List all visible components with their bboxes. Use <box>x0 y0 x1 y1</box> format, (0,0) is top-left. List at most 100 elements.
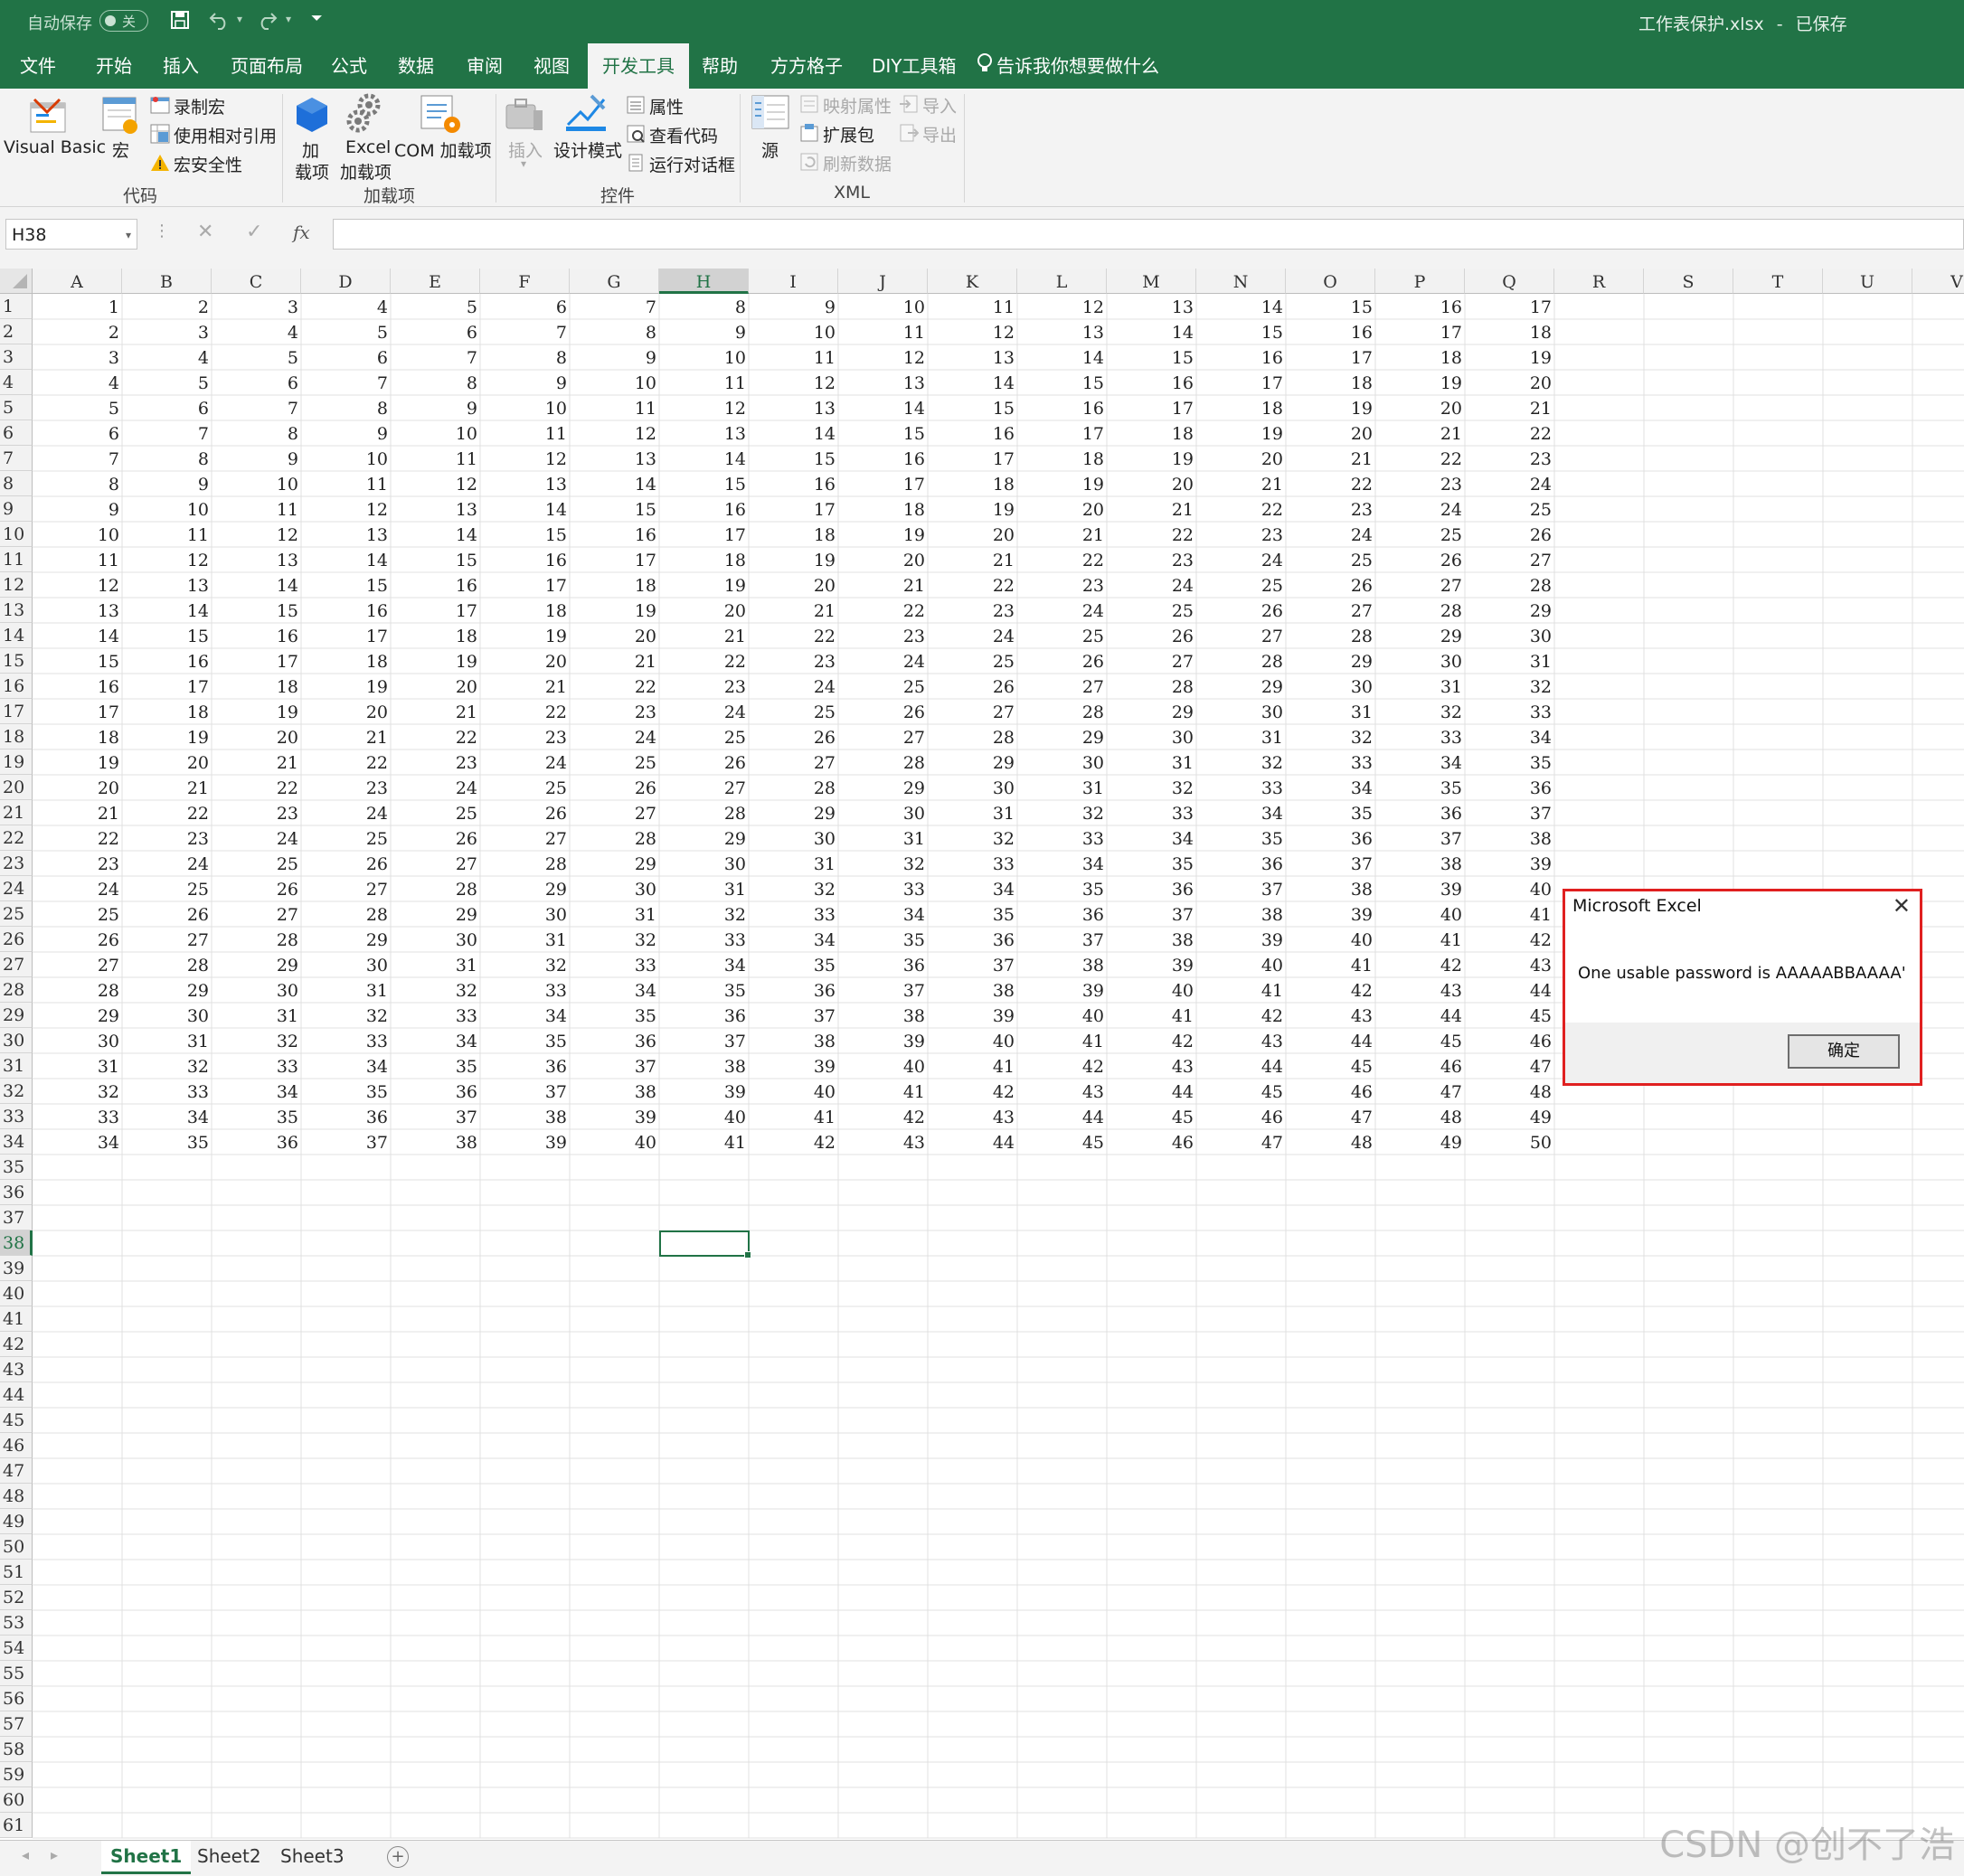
cell-O15[interactable]: 29 <box>1286 648 1375 674</box>
cell-K23[interactable]: 33 <box>928 851 1017 876</box>
cell-B6[interactable]: 7 <box>122 420 212 446</box>
cell-Q6[interactable]: 22 <box>1465 420 1554 446</box>
cell-J25[interactable]: 34 <box>838 901 928 927</box>
cell-B27[interactable]: 28 <box>122 952 212 977</box>
cell-E17[interactable]: 21 <box>391 699 480 724</box>
cell-F16[interactable]: 21 <box>480 674 570 699</box>
cell-J26[interactable]: 35 <box>838 927 928 952</box>
cell-B13[interactable]: 14 <box>122 598 212 623</box>
cell-I17[interactable]: 25 <box>749 699 838 724</box>
row-header[interactable]: 19 <box>0 749 33 775</box>
cell-A5[interactable]: 5 <box>33 395 122 420</box>
tab-developer[interactable]: 开发工具 <box>588 43 689 89</box>
cell-Q8[interactable]: 24 <box>1465 471 1554 496</box>
cell-D5[interactable]: 8 <box>301 395 391 420</box>
cell-D29[interactable]: 32 <box>301 1003 391 1028</box>
cell-L27[interactable]: 38 <box>1017 952 1107 977</box>
cell-P16[interactable]: 31 <box>1375 674 1465 699</box>
cell-Q4[interactable]: 20 <box>1465 370 1554 395</box>
cell-P29[interactable]: 44 <box>1375 1003 1465 1028</box>
cell-D15[interactable]: 18 <box>301 648 391 674</box>
cell-N30[interactable]: 43 <box>1196 1028 1286 1053</box>
cell-Q28[interactable]: 44 <box>1465 977 1554 1003</box>
cell-M15[interactable]: 27 <box>1107 648 1196 674</box>
cell-H17[interactable]: 24 <box>659 699 749 724</box>
cell-H10[interactable]: 17 <box>659 522 749 547</box>
import-button[interactable]: 导入 <box>922 93 957 118</box>
cell-O6[interactable]: 20 <box>1286 420 1375 446</box>
cell-M14[interactable]: 26 <box>1107 623 1196 648</box>
cell-P6[interactable]: 21 <box>1375 420 1465 446</box>
cell-B11[interactable]: 12 <box>122 547 212 572</box>
row-header[interactable]: 42 <box>0 1332 33 1357</box>
cell-F28[interactable]: 33 <box>480 977 570 1003</box>
cell-M10[interactable]: 22 <box>1107 522 1196 547</box>
cell-C14[interactable]: 16 <box>212 623 301 648</box>
cell-P31[interactable]: 46 <box>1375 1053 1465 1079</box>
row-header[interactable]: 28 <box>0 977 33 1003</box>
cell-M24[interactable]: 36 <box>1107 876 1196 901</box>
row-header[interactable]: 7 <box>0 446 33 471</box>
cell-E20[interactable]: 24 <box>391 775 480 800</box>
cell-J28[interactable]: 37 <box>838 977 928 1003</box>
cell-C2[interactable]: 4 <box>212 319 301 344</box>
cell-B24[interactable]: 25 <box>122 876 212 901</box>
cell-P7[interactable]: 22 <box>1375 446 1465 471</box>
cell-N1[interactable]: 14 <box>1196 294 1286 319</box>
cell-K14[interactable]: 24 <box>928 623 1017 648</box>
cell-H22[interactable]: 29 <box>659 825 749 851</box>
design-mode-icon[interactable] <box>564 92 608 137</box>
cell-G9[interactable]: 15 <box>570 496 659 522</box>
cell-Q30[interactable]: 46 <box>1465 1028 1554 1053</box>
cell-M7[interactable]: 19 <box>1107 446 1196 471</box>
cell-A6[interactable]: 6 <box>33 420 122 446</box>
macro-security-button[interactable]: 宏安全性 <box>174 152 242 176</box>
cell-F23[interactable]: 28 <box>480 851 570 876</box>
cell-P17[interactable]: 32 <box>1375 699 1465 724</box>
cell-N10[interactable]: 23 <box>1196 522 1286 547</box>
select-all-corner[interactable] <box>0 269 33 294</box>
cell-D16[interactable]: 19 <box>301 674 391 699</box>
cell-D3[interactable]: 6 <box>301 344 391 370</box>
cell-C9[interactable]: 11 <box>212 496 301 522</box>
cell-Q26[interactable]: 42 <box>1465 927 1554 952</box>
cell-P12[interactable]: 27 <box>1375 572 1465 598</box>
visual-basic-button[interactable]: Visual Basic <box>4 137 106 157</box>
cell-C21[interactable]: 23 <box>212 800 301 825</box>
row-header[interactable]: 57 <box>0 1711 33 1737</box>
cell-A22[interactable]: 22 <box>33 825 122 851</box>
cell-K24[interactable]: 34 <box>928 876 1017 901</box>
cell-G3[interactable]: 9 <box>570 344 659 370</box>
tab-fangfang[interactable]: 方方格子 <box>770 43 843 89</box>
sheet-tab-sheet2[interactable]: Sheet2 <box>188 1841 270 1871</box>
cell-D13[interactable]: 16 <box>301 598 391 623</box>
cell-E23[interactable]: 27 <box>391 851 480 876</box>
tab-help[interactable]: 帮助 <box>702 43 738 89</box>
cell-O18[interactable]: 32 <box>1286 724 1375 749</box>
cell-B25[interactable]: 26 <box>122 901 212 927</box>
cell-M25[interactable]: 37 <box>1107 901 1196 927</box>
cell-O5[interactable]: 19 <box>1286 395 1375 420</box>
cell-N7[interactable]: 20 <box>1196 446 1286 471</box>
cell-P15[interactable]: 30 <box>1375 648 1465 674</box>
cell-K30[interactable]: 40 <box>928 1028 1017 1053</box>
cell-Q23[interactable]: 39 <box>1465 851 1554 876</box>
cell-K9[interactable]: 19 <box>928 496 1017 522</box>
cell-E3[interactable]: 7 <box>391 344 480 370</box>
cell-F8[interactable]: 13 <box>480 471 570 496</box>
sheet-tab-sheet1[interactable]: Sheet1 <box>101 1841 192 1874</box>
cell-F11[interactable]: 16 <box>480 547 570 572</box>
cell-O27[interactable]: 41 <box>1286 952 1375 977</box>
cell-A32[interactable]: 32 <box>33 1079 122 1104</box>
cell-K27[interactable]: 37 <box>928 952 1017 977</box>
cell-M23[interactable]: 35 <box>1107 851 1196 876</box>
cell-I20[interactable]: 28 <box>749 775 838 800</box>
cell-F24[interactable]: 29 <box>480 876 570 901</box>
cell-D11[interactable]: 14 <box>301 547 391 572</box>
cell-C15[interactable]: 17 <box>212 648 301 674</box>
cell-M2[interactable]: 14 <box>1107 319 1196 344</box>
cell-J34[interactable]: 43 <box>838 1129 928 1155</box>
cell-Q32[interactable]: 48 <box>1465 1079 1554 1104</box>
cell-N33[interactable]: 46 <box>1196 1104 1286 1129</box>
cell-O2[interactable]: 16 <box>1286 319 1375 344</box>
